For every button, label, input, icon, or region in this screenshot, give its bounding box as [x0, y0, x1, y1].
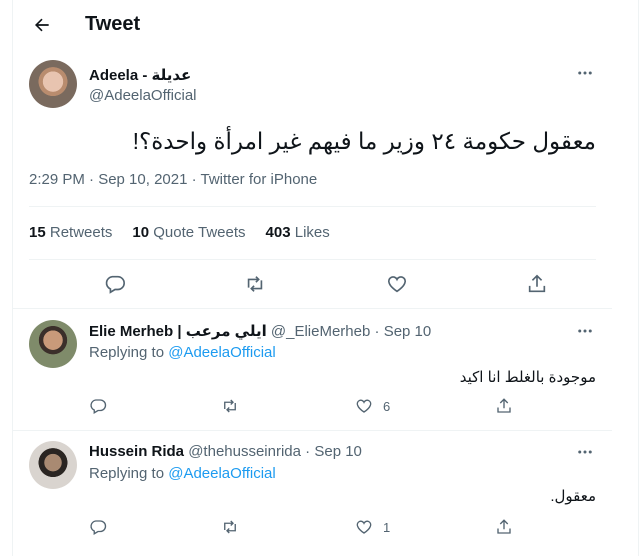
back-arrow-icon[interactable] — [29, 12, 55, 38]
replying-to: Replying to @AdeelaOfficial — [89, 465, 276, 482]
like-button[interactable]: 1 — [355, 517, 390, 537]
reply-author-name[interactable]: Hussein Rida — [89, 443, 184, 460]
reply-text: معقول. — [550, 488, 596, 505]
reply-icon[interactable] — [89, 517, 107, 537]
reply-icon[interactable] — [89, 396, 107, 416]
avatar[interactable] — [29, 441, 77, 489]
like-icon — [355, 397, 373, 415]
like-count: 1 — [383, 519, 391, 535]
replying-to: Replying to @AdeelaOfficial — [89, 344, 276, 361]
separator: · — [305, 443, 311, 460]
share-icon[interactable] — [523, 270, 551, 298]
like-count: 6 — [383, 398, 391, 414]
share-icon[interactable] — [495, 396, 513, 416]
tweet-author: Adeela - عديلة @AdeelaOfficial — [29, 60, 596, 112]
author-name[interactable]: Adeela - عديلة — [89, 66, 191, 84]
replying-to-link[interactable]: @AdeelaOfficial — [168, 344, 276, 361]
tweet-column: Tweet Adeela - عديلة @AdeelaOfficial معق… — [12, 0, 613, 556]
divider — [13, 308, 612, 309]
header: Tweet — [13, 0, 612, 50]
separator: · — [374, 323, 380, 340]
retweets-stat[interactable]: 15 Retweets — [29, 224, 112, 241]
replying-to-link[interactable]: @AdeelaOfficial — [168, 465, 276, 482]
reply-author-name[interactable]: Elie Merheb | ايلي مرعب — [89, 323, 267, 340]
reply-tweet[interactable]: Hussein Rida @thehusseinrida · Sep 10 Re… — [13, 431, 612, 556]
retweet-icon[interactable] — [241, 270, 269, 298]
retweet-icon[interactable] — [221, 517, 239, 537]
reply-date[interactable]: Sep 10 — [384, 323, 432, 340]
divider — [29, 206, 596, 207]
avatar[interactable] — [29, 60, 77, 108]
more-icon[interactable] — [576, 443, 594, 461]
reply-author-handle[interactable]: @_ElieMerheb — [271, 323, 370, 340]
divider — [29, 259, 596, 260]
retweet-icon[interactable] — [221, 396, 239, 416]
reply-author-handle[interactable]: @thehusseinrida — [188, 443, 301, 460]
reply-tweet[interactable]: Elie Merheb | ايلي مرعب @_ElieMerheb · S… — [13, 310, 612, 430]
more-icon[interactable] — [576, 322, 594, 340]
author-handle[interactable]: @AdeelaOfficial — [89, 87, 197, 104]
page-title: Tweet — [85, 13, 141, 35]
avatar[interactable] — [29, 320, 77, 368]
reply-icon[interactable] — [101, 270, 129, 298]
more-icon[interactable] — [576, 64, 594, 82]
tweet-meta: 2:29 PM · Sep 10, 2021 · Twitter for iPh… — [29, 171, 318, 188]
share-icon[interactable] — [495, 517, 513, 537]
quote-tweets-stat[interactable]: 10 Quote Tweets — [132, 224, 245, 241]
reply-text: موجودة بالغلط انا اكيد — [459, 369, 596, 386]
like-icon — [355, 518, 373, 536]
reply-date[interactable]: Sep 10 — [314, 443, 362, 460]
tweet-stats: 15 Retweets 10 Quote Tweets 403 Likes — [29, 224, 330, 241]
tweet-text: معقول حكومة ٢٤ وزير ما فيهم غير امرأة وا… — [132, 128, 596, 154]
like-icon[interactable] — [383, 270, 411, 298]
tweet-actions — [29, 270, 596, 298]
right-sidebar-edge — [612, 0, 644, 556]
like-button[interactable]: 6 — [355, 396, 390, 416]
likes-stat[interactable]: 403 Likes — [266, 224, 330, 241]
